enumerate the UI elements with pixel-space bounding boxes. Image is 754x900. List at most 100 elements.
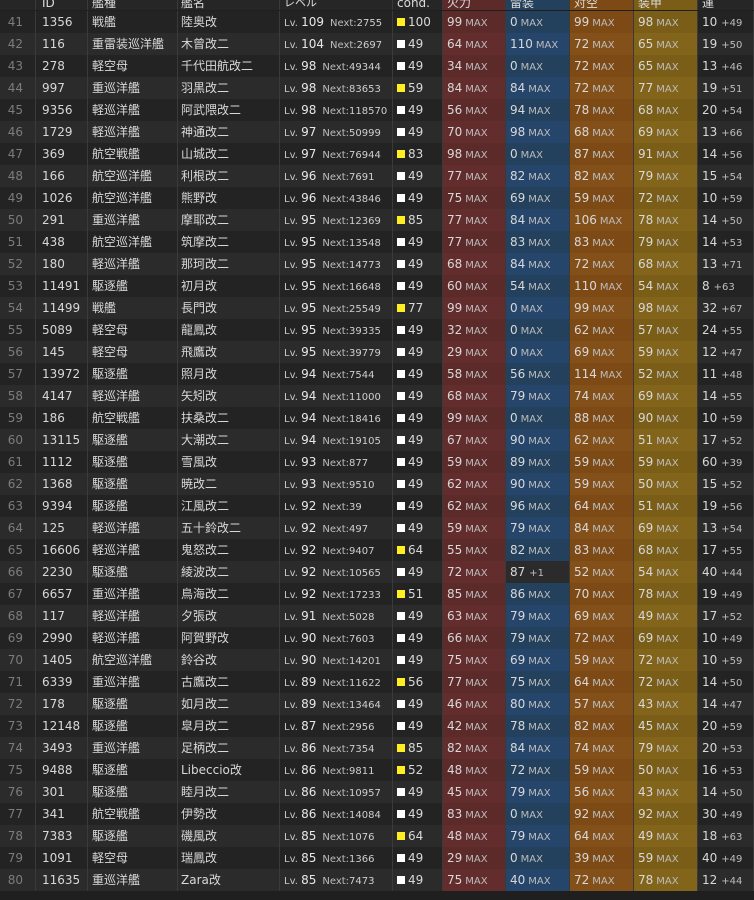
table-row[interactable]: 80 11635 重巡洋艦 Zara改 Lv. 85 Next:7473 49 75 MAX 40… [0,869,754,891]
luck-value: 40 [702,851,718,865]
row-index: 50 [0,209,36,231]
table-row[interactable]: 75 9488 駆逐艦 Libeccio改 Lv. 86 Next:9811 52 48 MAX… [0,759,754,781]
ship-cond: 56 [393,671,443,693]
torpedo-max-label: MAX [520,62,543,73]
table-row[interactable]: 65 16606 軽巡洋艦 鬼怒改二 Lv. 92 Next:9407 64 55 MAX 82 M… [0,539,754,561]
armor: 50 MAX [634,473,698,495]
table-row[interactable]: 73 12148 駆逐艦 皐月改二 Lv. 87 Next:2956 49 42 MAX 78 MA… [0,715,754,737]
antiair: 82 MAX [570,165,634,187]
table-row[interactable]: 61 1112 駆逐艦 雪風改 Lv. 93 Next:877 49 59 MAX 89 MAX 59… [0,451,754,473]
torpedo-value: 84 [510,81,526,95]
ship-id: 3493 [36,737,88,759]
ship-name: 熊野改 [178,187,280,209]
torpedo: 0 MAX [506,297,570,319]
table-row[interactable]: 58 4147 軽巡洋艦 矢矧改 Lv. 94 Next:11000 49 68 MAX 79 MA… [0,385,754,407]
armor-value: 52 [638,367,654,381]
table-row[interactable]: 55 5089 軽空母 龍鳳改 Lv. 95 Next:39335 49 32 MAX 0 MAX 6… [0,319,754,341]
header-antiair[interactable]: 対空 [570,0,634,10]
armor: 79 MAX [634,165,698,187]
ship-type: 航空戦艦 [88,803,178,825]
antiair-max-label: MAX [592,634,615,645]
next-label: Next: [322,172,350,183]
antiair-max-label: MAX [592,348,615,359]
luck-value: 10 [702,631,718,645]
firepower-value: 72 [447,565,463,579]
table-row[interactable]: 42 116 重雷装巡洋艦 木曾改二 Lv. 104 Next:2697 49 64 MAX 11… [0,33,754,55]
table-row[interactable]: 78 7383 駆逐艦 磯風改 Lv. 85 Next:1076 64 48 MAX 79 MAX 6… [0,825,754,847]
table-row[interactable]: 63 9394 駆逐艦 江風改二 Lv. 92 Next:39 49 62 MAX 96 MAX 64… [0,495,754,517]
torpedo-value: 87 [510,565,526,579]
header-armor[interactable]: 装甲 [634,0,698,10]
next-value: 14084 [349,810,381,821]
table-row[interactable]: 50 291 重巡洋艦 摩耶改二 Lv. 95 Next:12369 85 77 MAX 84 MA… [0,209,754,231]
antiair: 87 MAX [570,143,634,165]
table-row[interactable]: 47 369 航空戦艦 山城改二 Lv. 97 Next:76944 83 98 MAX 0 MAX… [0,143,754,165]
table-row[interactable]: 51 438 航空巡洋艦 筑摩改二 Lv. 95 Next:13548 49 77 MAX 83 M… [0,231,754,253]
header-luck[interactable]: 運 [698,0,754,10]
ship-level: Lv. 95 Next:13548 [280,231,393,253]
header-firepower[interactable]: 火力 [443,0,506,10]
table-row[interactable]: 48 166 航空巡洋艦 利根改二 Lv. 96 Next:7691 49 77 MAX 82 MA… [0,165,754,187]
row-index: 80 [0,869,36,891]
header-name[interactable]: 艦名 [178,0,280,10]
cond-value: 49 [408,235,424,249]
table-row[interactable]: 71 6339 重巡洋艦 古鷹改二 Lv. 89 Next:11622 56 77 MAX 75 M… [0,671,754,693]
header-level[interactable]: レベル [280,0,393,10]
table-row[interactable]: 62 1368 駆逐艦 暁改二 Lv. 93 Next:9510 49 62 MAX 90 MAX 5… [0,473,754,495]
firepower-max-label: MAX [465,700,488,711]
armor-max-label: MAX [656,62,679,73]
next-value: 1076 [349,832,375,843]
table-row[interactable]: 72 178 駆逐艦 如月改二 Lv. 89 Next:13464 49 46 MAX 80 MAX… [0,693,754,715]
table-row[interactable]: 57 13972 駆逐艦 照月改 Lv. 94 Next:7544 49 58 MAX 56 MAX… [0,363,754,385]
armor-value: 45 [638,719,654,733]
table-row[interactable]: 67 6657 重巡洋艦 鳥海改二 Lv. 92 Next:17233 51 85 MAX 86 M… [0,583,754,605]
table-row[interactable]: 69 2990 軽巡洋艦 阿賀野改 Lv. 90 Next:7603 49 66 MAX 79 MA… [0,627,754,649]
header-torpedo[interactable]: 雷装 [506,0,570,10]
torpedo-value: 86 [510,587,526,601]
table-row[interactable]: 64 125 軽巡洋艦 五十鈴改二 Lv. 92 Next:497 49 59 MAX 79 MAX… [0,517,754,539]
cond-indicator-icon [397,149,405,158]
armor-value: 98 [638,15,654,29]
armor-max-label: MAX [656,128,679,139]
firepower: 42 MAX [443,715,506,737]
antiair-max-label: MAX [592,590,615,601]
antiair-value: 62 [574,323,590,337]
ship-level: Lv. 85 Next:1366 [280,847,393,869]
next-label: Next: [322,326,350,337]
ship-cond: 49 [393,473,443,495]
header-id[interactable]: ID [36,0,88,10]
firepower: 75 MAX [443,187,506,209]
table-row[interactable]: 54 11499 戦艦 長門改 Lv. 95 Next:25549 77 99 MAX 0 MAX 9… [0,297,754,319]
table-row[interactable]: 44 997 重巡洋艦 羽黒改二 Lv. 98 Next:83653 59 84 MAX 84 MA… [0,77,754,99]
table-row[interactable]: 56 145 軽空母 飛鷹改 Lv. 95 Next:39779 49 29 MAX 0 MAX 69… [0,341,754,363]
header-cond[interactable]: cond. [393,0,443,10]
ship-cond: 49 [393,517,443,539]
header-type[interactable]: 艦種 [88,0,178,10]
table-row[interactable]: 74 3493 重巡洋艦 足柄改二 Lv. 86 Next:7354 85 82 MAX 84 MA… [0,737,754,759]
luck-plus: +52 [721,612,743,623]
cond-indicator-icon [397,281,405,290]
table-row[interactable]: 76 301 駆逐艦 睦月改二 Lv. 86 Next:10957 49 45 MAX 79 MAX… [0,781,754,803]
table-row[interactable]: 41 1356 戦艦 陸奥改 Lv. 109 Next:2755 100 99 MAX 0 MAX 9… [0,11,754,33]
luck-plus: +50 [721,40,743,51]
table-row[interactable]: 46 1729 軽巡洋艦 神通改二 Lv. 97 Next:50999 49 70 MAX 98 M… [0,121,754,143]
ship-level: Lv. 92 Next:497 [280,517,393,539]
torpedo-value: 84 [510,213,526,227]
table-row[interactable]: 53 11491 駆逐艦 初月改 Lv. 95 Next:16648 49 60 MAX 54 MA… [0,275,754,297]
table-row[interactable]: 45 9356 軽巡洋艦 阿武隈改二 Lv. 98 Next:118570 49 56 MAX 9… [0,99,754,121]
ship-name: 磯風改 [178,825,280,847]
table-row[interactable]: 49 1026 航空巡洋艦 熊野改 Lv. 96 Next:43846 49 75 MAX 69 M… [0,187,754,209]
table-row[interactable]: 68 117 軽巡洋艦 夕張改 Lv. 91 Next:5028 49 63 MAX 79 MAX 6… [0,605,754,627]
luck-plus: +59 [721,722,743,733]
table-row[interactable]: 66 2230 駆逐艦 綾波改二 Lv. 92 Next:10565 49 72 MAX 87 +1… [0,561,754,583]
cond-indicator-icon [397,501,405,510]
table-row[interactable]: 52 180 軽巡洋艦 那珂改二 Lv. 95 Next:14773 49 68 MAX 84 MA… [0,253,754,275]
table-row[interactable]: 77 341 航空戦艦 伊勢改 Lv. 86 Next:14084 49 83 MAX 0 MAX 9… [0,803,754,825]
table-row[interactable]: 59 186 航空戦艦 扶桑改二 Lv. 94 Next:18416 49 99 MAX 0 MAX… [0,407,754,429]
table-row[interactable]: 60 13115 駆逐艦 大潮改二 Lv. 94 Next:19105 49 67 MAX 90 M… [0,429,754,451]
table-row[interactable]: 79 1091 軽空母 瑞鳳改 Lv. 85 Next:1366 49 29 MAX 0 MAX 39… [0,847,754,869]
firepower-value: 77 [447,675,463,689]
table-row[interactable]: 70 1405 航空巡洋艦 鈴谷改 Lv. 90 Next:14201 49 75 MAX 69 M… [0,649,754,671]
row-index: 45 [0,99,36,121]
table-row[interactable]: 43 278 軽空母 千代田航改二 Lv. 98 Next:49344 49 34 MAX 0 MA… [0,55,754,77]
